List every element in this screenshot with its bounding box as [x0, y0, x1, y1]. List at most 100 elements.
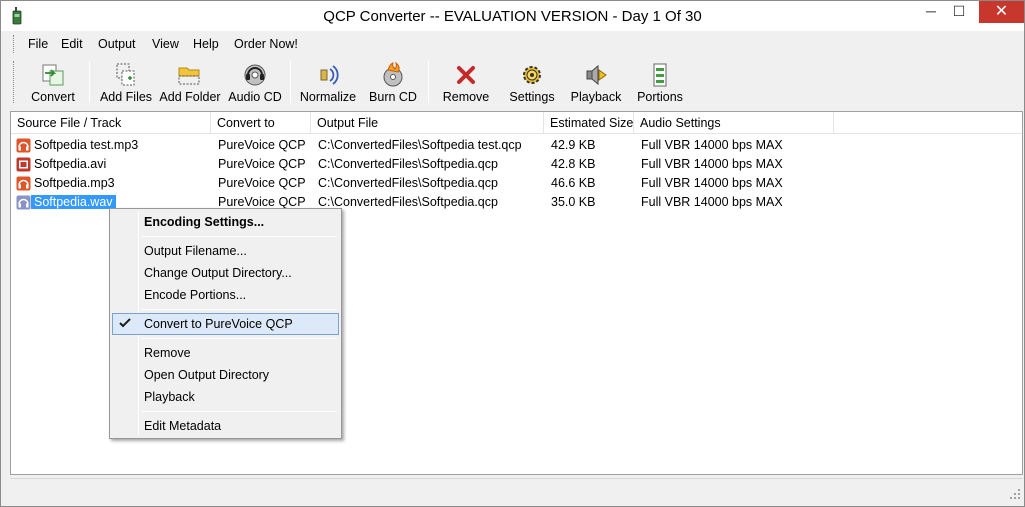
burn-cd-button[interactable]: Burn CD — [365, 59, 421, 105]
cell-audio-settings: Full VBR 14000 bps MAX — [641, 176, 783, 190]
audio-cd-button[interactable]: Audio CD — [225, 59, 285, 105]
video-file-icon — [16, 157, 31, 172]
cell-audio-settings: Full VBR 14000 bps MAX — [641, 157, 783, 171]
menu-bar: File Edit Output View Help Order Now! — [11, 32, 1022, 56]
table-row[interactable]: Softpedia test.mp3 PureVoice QCP C:\Conv… — [11, 136, 1022, 155]
menu-item-convert-to-qcp-label: Convert to PureVoice QCP — [144, 317, 293, 331]
menu-separator — [142, 411, 337, 412]
menu-item-open-output-directory[interactable]: Open Output Directory — [112, 364, 339, 386]
cell-source: Softpedia test.mp3 — [34, 138, 139, 152]
status-bar — [10, 478, 1023, 502]
menubar-grip[interactable] — [13, 35, 16, 53]
menu-separator — [142, 309, 337, 310]
menu-item-remove[interactable]: Remove — [112, 342, 339, 364]
cell-output-file: C:\ConvertedFiles\Softpedia.qcp — [318, 157, 498, 171]
cell-source: Softpedia.avi — [34, 157, 107, 171]
cell-source: Softpedia.mp3 — [34, 176, 115, 190]
selected-file-name[interactable]: Softpedia.wav — [31, 195, 116, 209]
add-files-label: Add Files — [99, 90, 153, 104]
menu-help[interactable]: Help — [193, 37, 219, 51]
toolbar-separator — [428, 61, 429, 103]
burn-cd-icon — [383, 62, 403, 87]
title-bar: QCP Converter -- EVALUATION VERSION - Da… — [1, 1, 1024, 31]
toolbar-separator — [89, 61, 90, 103]
menu-item-edit-metadata[interactable]: Edit Metadata — [112, 415, 339, 437]
menu-separator — [142, 338, 337, 339]
cell-estimated-size: 35.0 KB — [551, 195, 596, 209]
audio-file-icon — [16, 138, 31, 153]
portions-icon — [653, 63, 667, 87]
column-convert-to[interactable]: Convert to — [211, 112, 311, 134]
cell-output-file: C:\ConvertedFiles\Softpedia.qcp — [318, 195, 498, 209]
cell-output-file: C:\ConvertedFiles\Softpedia.qcp — [318, 176, 498, 190]
normalize-button[interactable]: Normalize — [297, 59, 359, 105]
cell-audio-settings: Full VBR 14000 bps MAX — [641, 138, 783, 152]
menu-output[interactable]: Output — [98, 37, 136, 51]
cell-output-file: C:\ConvertedFiles\Softpedia test.qcp — [318, 138, 522, 152]
close-button[interactable]: ✕ — [979, 1, 1024, 23]
column-audio-settings[interactable]: Audio Settings — [634, 112, 834, 134]
normalize-label: Normalize — [299, 90, 357, 104]
add-folder-label: Add Folder — [159, 90, 221, 104]
toolbar-grip[interactable] — [13, 61, 16, 103]
convert-button[interactable]: Convert — [23, 59, 83, 105]
add-folder-button[interactable]: Add Folder — [159, 59, 221, 105]
resize-grip-icon[interactable] — [1009, 488, 1021, 500]
add-files-icon — [116, 63, 135, 86]
settings-label: Settings — [509, 90, 555, 104]
maximize-button[interactable]: ☐ — [945, 1, 973, 23]
window-title: QCP Converter -- EVALUATION VERSION - Da… — [323, 8, 702, 25]
menu-edit[interactable]: Edit — [61, 37, 83, 51]
convert-label: Convert — [31, 90, 75, 104]
burn-cd-label: Burn CD — [369, 90, 417, 104]
menu-separator — [142, 236, 337, 237]
convert-icon — [42, 64, 64, 86]
remove-button[interactable]: Remove — [437, 59, 495, 105]
settings-button[interactable]: Settings — [503, 59, 561, 105]
cell-convert-to: PureVoice QCP — [218, 157, 306, 171]
menu-item-output-filename[interactable]: Output Filename... — [112, 240, 339, 262]
menu-view[interactable]: View — [152, 37, 179, 51]
column-estimated-size[interactable]: Estimated Size — [544, 112, 634, 134]
checkmark-icon — [119, 318, 131, 328]
menu-item-change-output-directory[interactable]: Change Output Directory... — [112, 262, 339, 284]
playback-label: Playback — [570, 90, 622, 104]
menu-item-encoding-settings[interactable]: Encoding Settings... — [112, 211, 339, 233]
menu-file[interactable]: File — [28, 37, 48, 51]
portions-label: Portions — [637, 90, 683, 104]
audio-file-icon — [16, 176, 31, 191]
column-source[interactable]: Source File / Track — [11, 112, 211, 134]
menu-item-convert-to-qcp[interactable]: Convert to PureVoice QCP — [112, 313, 339, 335]
toolbar-separator — [290, 61, 291, 103]
gear-icon — [523, 66, 541, 84]
cell-convert-to: PureVoice QCP — [218, 176, 306, 190]
menu-order-now[interactable]: Order Now! — [234, 37, 298, 51]
portions-button[interactable]: Portions — [631, 59, 689, 105]
cell-source: Softpedia.wav — [31, 193, 116, 212]
remove-label: Remove — [442, 90, 490, 104]
list-header: Source File / Track Convert to Output Fi… — [11, 112, 1022, 134]
add-files-button[interactable]: Add Files — [97, 59, 155, 105]
menu-item-playback[interactable]: Playback — [112, 386, 339, 408]
cell-estimated-size: 46.6 KB — [551, 176, 596, 190]
normalize-icon — [320, 65, 339, 85]
table-row[interactable]: Softpedia.avi PureVoice QCP C:\Converted… — [11, 155, 1022, 174]
audio-file-icon — [16, 195, 31, 210]
context-menu: Encoding Settings... Output Filename... … — [109, 208, 342, 439]
table-row[interactable]: Softpedia.mp3 PureVoice QCP C:\Converted… — [11, 174, 1022, 193]
audio-cd-label: Audio CD — [228, 90, 282, 104]
cell-audio-settings: Full VBR 14000 bps MAX — [641, 195, 783, 209]
audio-cd-icon — [244, 64, 266, 86]
app-window: QCP Converter -- EVALUATION VERSION - Da… — [0, 0, 1025, 507]
minimize-button[interactable]: ─ — [917, 1, 945, 23]
menu-item-encode-portions[interactable]: Encode Portions... — [112, 284, 339, 306]
playback-icon — [586, 64, 607, 86]
column-output-file[interactable]: Output File — [311, 112, 544, 134]
cell-convert-to: PureVoice QCP — [218, 138, 306, 152]
remove-icon — [457, 66, 475, 84]
cell-estimated-size: 42.8 KB — [551, 157, 596, 171]
cell-estimated-size: 42.9 KB — [551, 138, 596, 152]
folder-icon — [178, 67, 200, 85]
playback-button[interactable]: Playback — [567, 59, 625, 105]
toolbar: Convert Add Files Add Folder Audio CD No… — [11, 57, 1022, 107]
